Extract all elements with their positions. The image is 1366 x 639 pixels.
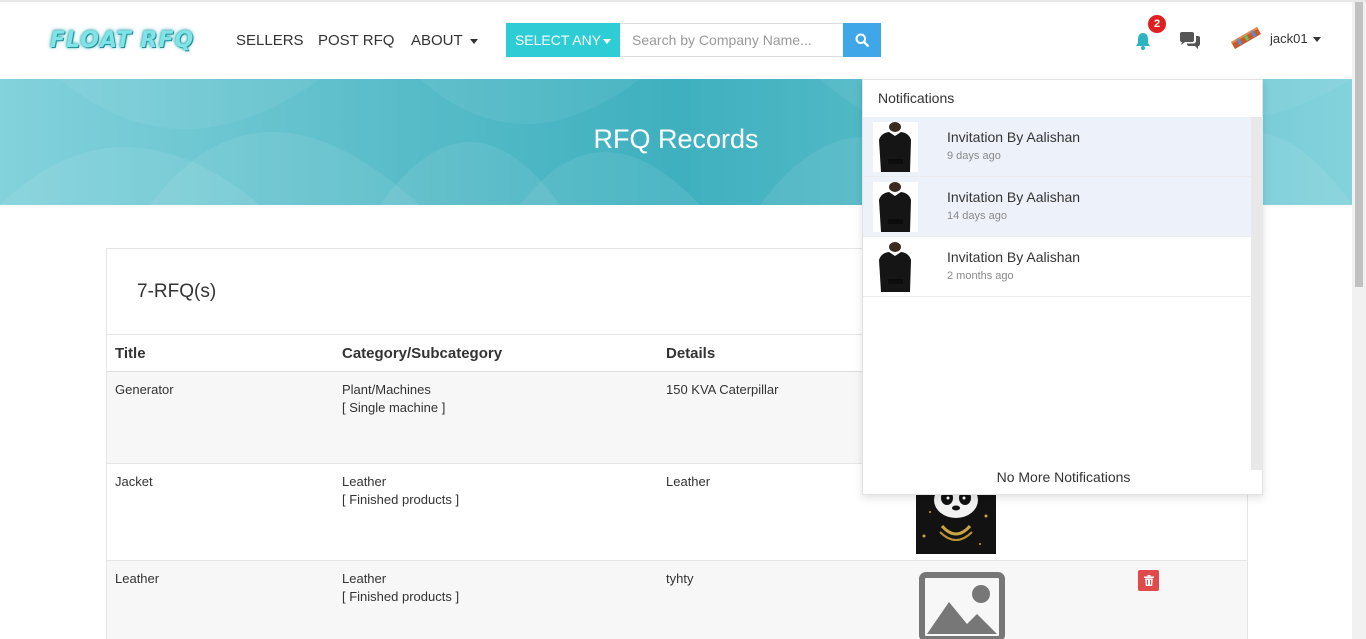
- notification-dropdown-arrow: [1127, 68, 1149, 79]
- row-details: Leather: [666, 474, 711, 489]
- notification-item[interactable]: Invitation By Aalishan 14 days ago: [863, 177, 1251, 237]
- row-title: Leather: [115, 571, 160, 586]
- logo[interactable]: FLOAT RFQ: [50, 28, 194, 53]
- notification-thumbnail: [873, 122, 918, 172]
- rfq-count: 7-RFQ(s): [137, 281, 217, 302]
- row-subcategory-name: [ Single machine ]: [342, 400, 446, 415]
- notification-time: 2 months ago: [947, 270, 1014, 282]
- notification-title: Invitation By Aalishan: [947, 249, 1081, 265]
- nav-about-dropdown[interactable]: ABOUT: [411, 32, 478, 49]
- row-category: Plant/Machines [ Single machine ]: [342, 381, 445, 417]
- notification-title: Invitation By Aalishan: [947, 129, 1081, 145]
- table-row: Leather Leather [ Finished products ] ty…: [107, 561, 1247, 639]
- image-placeholder-icon: [919, 572, 1005, 639]
- column-header-title: Title: [115, 345, 146, 362]
- trash-icon: [1143, 575, 1154, 586]
- notifications-list: Invitation By Aalishan 9 days ago Invita…: [863, 117, 1251, 297]
- delete-button[interactable]: [1138, 570, 1159, 591]
- row-subcategory-name: [ Finished products ]: [342, 589, 460, 604]
- row-category-name: Plant/Machines: [342, 382, 431, 397]
- notification-time: 9 days ago: [947, 150, 1001, 162]
- nav-post-rfq-link[interactable]: POST RFQ: [318, 32, 394, 49]
- row-details: 150 KVA Caterpillar: [666, 382, 779, 397]
- notification-title: Invitation By Aalishan: [947, 189, 1081, 205]
- navbar: FLOAT RFQ SELLERS POST RFQ ABOUT SELECT …: [0, 2, 1352, 79]
- search-category-label: SELECT ANY: [514, 32, 602, 48]
- nav-about-label: ABOUT: [411, 32, 463, 49]
- bell-icon[interactable]: [1133, 31, 1153, 51]
- row-details: tyhty: [666, 571, 694, 586]
- notifications-header: Notifications: [878, 90, 955, 106]
- row-subcategory-name: [ Finished products ]: [342, 492, 460, 507]
- row-title: Generator: [115, 382, 174, 397]
- notification-item[interactable]: Invitation By Aalishan 2 months ago: [863, 237, 1251, 297]
- user-menu-dropdown[interactable]: jack01: [1270, 31, 1321, 46]
- notification-thumbnail: [873, 182, 918, 232]
- page-scrollbar-thumb[interactable]: [1355, 2, 1363, 287]
- notification-count-badge: 2: [1147, 14, 1167, 34]
- search-button[interactable]: [843, 23, 881, 57]
- panda-image: [916, 486, 996, 554]
- row-title: Jacket: [115, 474, 153, 489]
- notifications-dropdown: Notifications Invitation By Aalishan 9 d…: [862, 79, 1263, 495]
- username-label: jack01: [1270, 31, 1308, 46]
- row-category: Leather [ Finished products ]: [342, 473, 459, 509]
- column-header-category: Category/Subcategory: [342, 345, 503, 362]
- row-category-name: Leather: [342, 474, 387, 489]
- chevron-down-icon: [1312, 37, 1321, 43]
- notifications-scrollbar[interactable]: [1251, 117, 1263, 470]
- notifications-footer: No More Notifications: [996, 469, 1131, 485]
- chat-icon[interactable]: [1178, 31, 1202, 51]
- page-scrollbar[interactable]: [1352, 2, 1366, 639]
- search-icon: [855, 33, 869, 47]
- notification-time: 14 days ago: [947, 210, 1007, 222]
- search-input[interactable]: [620, 23, 844, 57]
- nav-sellers-link[interactable]: SELLERS: [236, 32, 304, 49]
- row-category-name: Leather: [342, 571, 387, 586]
- user-avatar[interactable]: [1229, 26, 1263, 50]
- chevron-down-icon: [603, 38, 612, 44]
- notification-thumbnail: [873, 242, 918, 292]
- search-category-select[interactable]: SELECT ANY: [506, 23, 620, 57]
- chevron-down-icon: [469, 38, 478, 44]
- notification-item[interactable]: Invitation By Aalishan 9 days ago: [863, 117, 1251, 177]
- column-header-details: Details: [666, 345, 716, 362]
- row-category: Leather [ Finished products ]: [342, 570, 459, 606]
